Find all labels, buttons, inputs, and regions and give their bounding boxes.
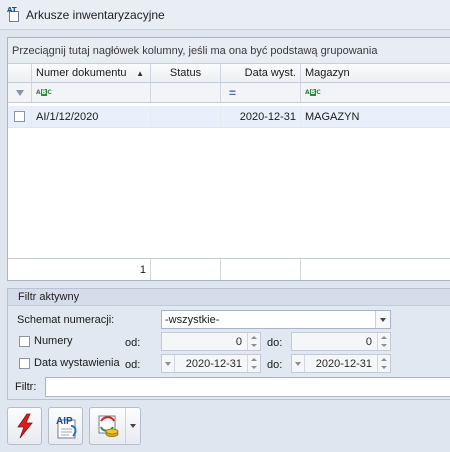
at-document-icon: AT	[7, 6, 21, 22]
equals-filter-icon: =	[229, 85, 237, 100]
cell-numer: AI/1/12/2020	[32, 106, 151, 127]
cell-magazyn: MAGAZYN	[305, 110, 360, 123]
filter-cell-magazyn[interactable]: ABC	[301, 83, 450, 102]
lightning-button[interactable]	[7, 407, 42, 445]
aip-document-icon: AIP	[56, 416, 76, 439]
data-checkbox-group[interactable]: Data wystawienia	[19, 357, 120, 369]
abc-filter-icon: ABC	[305, 89, 321, 96]
grid-header-row: Numer dokumentu ▲ Status Data wyst. Maga…	[8, 64, 450, 83]
column-header-data[interactable]: Data wyst.	[221, 64, 301, 82]
coins-exchange-icon	[98, 415, 118, 437]
column-header-magazyn[interactable]: Magazyn	[301, 64, 450, 82]
lightning-icon	[16, 413, 33, 439]
filtr-input[interactable]	[45, 377, 450, 397]
numery-do-spinner[interactable]: 0	[291, 332, 391, 351]
abc-filter-icon: ABC	[36, 89, 52, 96]
spinner-arrows-icon[interactable]	[247, 333, 260, 350]
select-all-column-header[interactable]	[8, 64, 32, 82]
sort-ascending-icon: ▲	[136, 68, 144, 78]
aip-button[interactable]: AIP	[48, 407, 83, 445]
filter-clear-funnel-icon[interactable]	[8, 83, 32, 102]
filter-cell-data[interactable]: =	[221, 83, 301, 102]
data-od-label: od:	[125, 359, 141, 371]
column-header-status[interactable]: Status	[151, 64, 221, 82]
grid-filter-row: ABC = ABC	[8, 83, 450, 103]
spinner-arrows-icon[interactable]	[247, 355, 260, 372]
calendar-dropdown-icon[interactable]	[162, 355, 175, 372]
window-title: Arkusze inwentaryzacyjne	[26, 7, 165, 22]
group-by-panel[interactable]: Przeciągnij tutaj nagłówek kolumny, jeśl…	[8, 38, 450, 64]
numery-od-spinner[interactable]: 0	[161, 332, 261, 351]
bottom-toolbar: AIP	[7, 407, 141, 452]
numery-do-label: do:	[267, 337, 283, 349]
data-od-picker[interactable]: 2020-12-31	[161, 354, 261, 373]
chevron-down-icon[interactable]	[126, 408, 140, 444]
spinner-arrows-icon[interactable]	[377, 355, 390, 372]
column-header-numer[interactable]: Numer dokumentu ▲	[32, 64, 151, 82]
schemat-label: Schemat numeracji:	[17, 314, 115, 326]
chevron-down-icon[interactable]	[375, 311, 390, 328]
documents-grid: Przeciągnij tutaj nagłówek kolumny, jeśl…	[7, 37, 450, 281]
schemat-combo[interactable]: -wszystkie-	[161, 310, 391, 329]
coins-exchange-button[interactable]	[90, 408, 126, 444]
svg-text:AIP: AIP	[56, 416, 73, 427]
grid-footer-row: 1	[8, 258, 450, 280]
table-row[interactable]: AI/1/12/2020 2020-12-31 MAGAZYN	[8, 106, 450, 128]
data-do-picker[interactable]: 2020-12-31	[291, 354, 391, 373]
cell-data: 2020-12-31	[221, 106, 301, 127]
filter-panel-title: Filtr aktywny	[8, 289, 450, 306]
data-do-label: do:	[267, 359, 283, 371]
spinner-arrows-icon[interactable]	[377, 333, 390, 350]
filter-cell-numer[interactable]: ABC	[32, 83, 151, 102]
data-wystawienia-checkbox[interactable]	[19, 357, 30, 369]
coins-exchange-split-button[interactable]	[89, 407, 141, 445]
row-checkbox[interactable]	[14, 111, 25, 122]
numery-checkbox[interactable]	[19, 335, 30, 347]
numery-checkbox-group[interactable]: Numery	[19, 335, 73, 347]
filter-cell-status[interactable]	[151, 83, 221, 102]
filtr-label: Filtr:	[15, 381, 37, 393]
active-filter-panel: Filtr aktywny Schemat numeracji: -wszyst…	[7, 288, 450, 400]
footer-count: 1	[8, 259, 151, 280]
numery-od-label: od:	[125, 337, 141, 349]
calendar-dropdown-icon[interactable]	[292, 355, 305, 372]
window-titlebar: AT Arkusze inwentaryzacyjne	[0, 0, 450, 30]
cell-status	[151, 106, 221, 127]
